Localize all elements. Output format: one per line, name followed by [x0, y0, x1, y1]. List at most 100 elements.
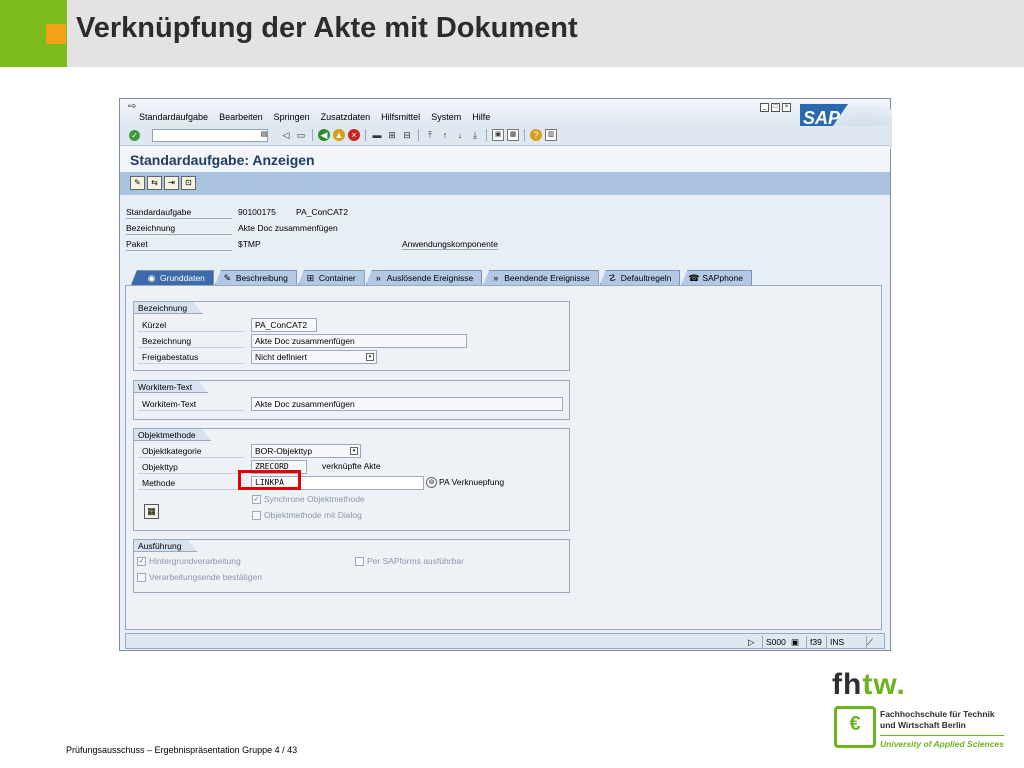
container-icon: ⊞: [306, 273, 315, 283]
find-icon[interactable]: ⊞: [386, 129, 398, 141]
freigabestatus-select[interactable]: Nicht definiert ▾: [251, 350, 377, 364]
menu-standardaufgabe[interactable]: Standardaufgabe: [139, 112, 208, 122]
anwendungskomponente-label: Anwendungskomponente: [402, 239, 498, 250]
title-area: Standardaufgabe: Anzeigen: [120, 146, 890, 172]
event-signal-icon: »: [493, 273, 499, 283]
kuerzel-field[interactable]: PA_ConCAT2: [251, 318, 317, 332]
screen-title: Standardaufgabe: Anzeigen: [130, 152, 315, 168]
bezeichnung-field[interactable]: Akte Doc zusammenfügen: [251, 334, 467, 348]
enter-check-icon[interactable]: ✓: [129, 130, 140, 141]
row-objektkategorie: Objektkategorie BOR-Objekttyp ▾: [138, 444, 558, 458]
new-session-icon[interactable]: ▣: [492, 129, 504, 141]
tab-container[interactable]: ⊞ Container: [297, 270, 365, 285]
workitem-text-field[interactable]: Akte Doc zusammenfügen: [251, 397, 563, 411]
back-nav-icon[interactable]: ◁: [280, 129, 292, 141]
status-insert-mode: INS: [826, 636, 844, 648]
command-dropdown-icon[interactable]: ▤: [260, 130, 268, 140]
edit-pencil-icon[interactable]: ✎: [130, 176, 145, 190]
objekttyp-description: verknüpfte Akte: [322, 461, 381, 471]
status-bar: ▷ S000 ▣ f39 INS ⟋: [125, 633, 885, 649]
orange-accent-square: [46, 24, 66, 44]
other-object-icon[interactable]: ⇥: [164, 176, 179, 190]
back-icon[interactable]: ◀: [318, 129, 330, 141]
tab-grunddaten[interactable]: ◉ Grunddaten: [131, 270, 214, 285]
tab-defaultregeln[interactable]: ☡ Defaultregeln: [599, 270, 681, 285]
next-page-icon[interactable]: ↓: [454, 129, 466, 141]
row-methode: Methode LINKPA ⊚ PA Verknuepfung: [138, 476, 568, 490]
exit-icon[interactable]: ▲: [333, 129, 345, 141]
layout-menu-icon[interactable]: ▥: [545, 129, 557, 141]
tab-ausloesende-ereignisse[interactable]: » Auslösende Ereignisse: [365, 270, 483, 285]
previous-page-icon[interactable]: ↑: [439, 129, 451, 141]
first-page-icon[interactable]: ⤒: [424, 129, 436, 141]
group-bezeichnung: Bezeichnung Kürzel PA_ConCAT2 Bezeichnun…: [133, 301, 570, 371]
euro-emblem-icon: €: [834, 706, 876, 748]
maximize-icon[interactable]: □: [771, 103, 780, 112]
save-icon[interactable]: ▭: [295, 129, 307, 141]
sap-window: ⇨ Standardaufgabe Bearbeiten Springen Zu…: [119, 98, 892, 651]
group-title-workitem: Workitem-Text: [134, 381, 208, 393]
highlight-box: [238, 470, 301, 490]
row-objekttyp: Objekttyp ZRECORD verknüpfte Akte: [138, 460, 558, 474]
verarbeitungsende-checkbox[interactable]: Verarbeitungsende bestätigen: [137, 571, 262, 583]
hintergrundverarbeitung-checkbox[interactable]: ✓ Hintergrundverarbeitung: [137, 555, 241, 567]
menu-bearbeiten[interactable]: Bearbeiten: [219, 112, 263, 122]
grunddaten-icon: ◉: [147, 273, 156, 283]
status-system: S000: [762, 636, 786, 648]
per-sapforms-checkbox[interactable]: Per SAPforms ausführbar: [355, 555, 464, 567]
find-next-icon[interactable]: ⊟: [401, 129, 413, 141]
checkbox-unchecked-icon: [252, 511, 261, 521]
help-icon[interactable]: ?: [530, 129, 542, 141]
resize-grip-icon[interactable]: ⟋: [866, 636, 880, 648]
row-workitem-text: Workitem-Text Akte Doc zusammenfügen: [138, 397, 568, 411]
group-title-ausfuehrung: Ausführung: [134, 540, 197, 552]
menu-system[interactable]: System: [431, 112, 461, 122]
status-client: f39: [806, 636, 822, 648]
menu-springen[interactable]: Springen: [274, 112, 310, 122]
objektkategorie-select[interactable]: BOR-Objekttyp ▾: [251, 444, 361, 458]
row-freigabestatus: Freigabestatus Nicht definiert ▾: [138, 350, 558, 364]
tab-sapphone[interactable]: ☎ SAPphone: [681, 270, 752, 285]
menu-arrow-icon[interactable]: ⇨: [128, 101, 136, 112]
minimize-icon[interactable]: _: [760, 103, 769, 112]
last-page-icon[interactable]: ⤓: [469, 129, 481, 141]
close-icon[interactable]: ×: [782, 103, 791, 112]
command-field[interactable]: [152, 129, 268, 142]
standardaufgabe-id: 90100175: [238, 207, 276, 217]
application-toolbar: ✎ ⇆ ⇥ ⊡: [120, 172, 890, 195]
tab-strip: ◉ Grunddaten ✎ Beschreibung ⊞ Container » Au…: [131, 270, 753, 285]
row-bezeichnung: Bezeichnung Akte Doc zusammenfügen: [138, 334, 558, 348]
dropdown-icon[interactable]: ▾: [366, 353, 374, 361]
method-search-icon[interactable]: ⊚: [426, 477, 437, 488]
objektmethode-mit-dialog-checkbox[interactable]: Objektmethode mit Dialog: [252, 509, 362, 521]
menu-hilfe[interactable]: Hilfe: [472, 112, 490, 122]
group-title-objektmethode: Objektmethode: [134, 429, 212, 441]
header-bezeichnung-value: Akte Doc zusammenfügen: [238, 223, 338, 233]
notepad-icon: ✎: [223, 273, 232, 283]
menu-zusatzdaten[interactable]: Zusatzdaten: [321, 112, 371, 122]
checkbox-unchecked-icon: [137, 573, 146, 583]
group-title-bezeichnung: Bezeichnung: [134, 302, 203, 314]
menu-hilfsmittel[interactable]: Hilfsmittel: [381, 112, 420, 122]
cancel-icon[interactable]: ×: [348, 129, 360, 141]
checkbox-unchecked-icon: [355, 557, 364, 567]
checkbox-checked-icon: ✓: [137, 557, 146, 567]
status-session-icon[interactable]: ▣: [791, 636, 799, 648]
tab-beschreibung[interactable]: ✎ Beschreibung: [214, 270, 297, 285]
row-kuerzel: Kürzel PA_ConCAT2: [138, 318, 558, 332]
checkbox-checked-icon: ✓: [252, 495, 261, 505]
where-used-icon[interactable]: ⊡: [181, 176, 196, 190]
menu-bar: ⇨ Standardaufgabe Bearbeiten Springen Zu…: [120, 99, 890, 126]
shortcut-icon[interactable]: ▦: [507, 129, 519, 141]
group-workitem-text: Workitem-Text Workitem-Text Akte Doc zus…: [133, 380, 570, 420]
synchrone-objektmethode-checkbox[interactable]: ✓ Synchrone Objektmethode: [252, 493, 365, 505]
print-icon[interactable]: ▬: [371, 129, 383, 141]
method-detail-icon[interactable]: ▦: [144, 504, 159, 519]
group-ausfuehrung: Ausführung ✓ Hintergrundverarbeitung Per …: [133, 539, 570, 593]
tab-panel-grunddaten: Bezeichnung Kürzel PA_ConCAT2 Bezeichnun…: [125, 285, 882, 630]
tab-beendende-ereignisse[interactable]: » Beendende Ereignisse: [483, 270, 599, 285]
display-change-icon[interactable]: ⇆: [147, 176, 162, 190]
dropdown-icon[interactable]: ▾: [350, 447, 358, 455]
status-expand-icon[interactable]: ▷: [748, 636, 755, 648]
rule-icon: ☡: [608, 273, 617, 283]
